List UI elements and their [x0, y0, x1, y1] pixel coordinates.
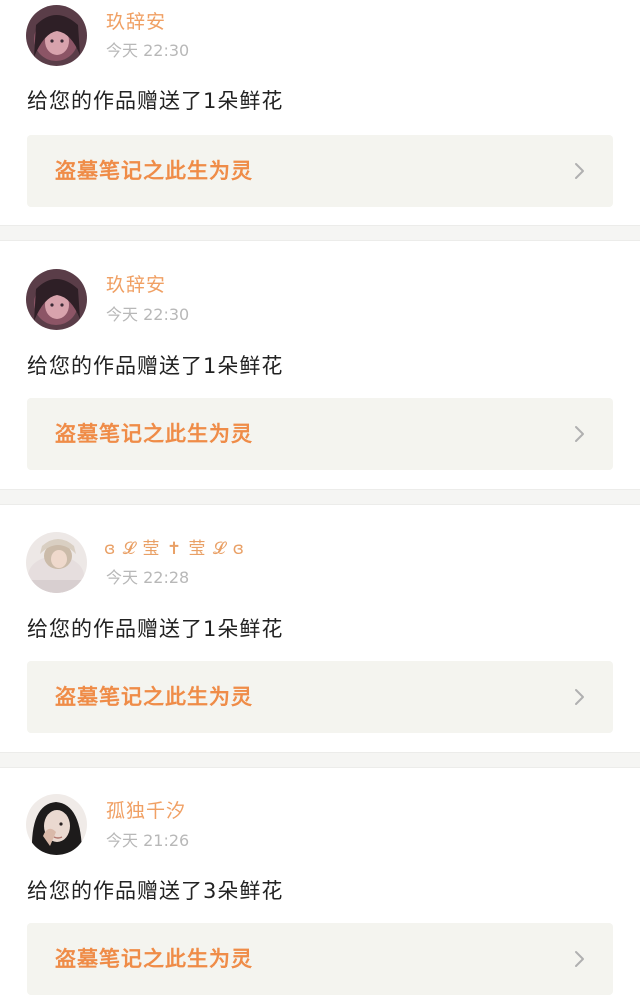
avatar-image	[26, 269, 87, 330]
section-divider	[0, 752, 640, 768]
username[interactable]: 玖辞安	[106, 10, 166, 34]
work-title: 盗墓笔记之此生为灵	[55, 422, 253, 446]
avatar-image	[26, 532, 87, 593]
notification-message: 给您的作品赠送了3朵鲜花	[27, 879, 284, 903]
work-link-card[interactable]: 盗墓笔记之此生为灵	[27, 923, 613, 995]
notification-message: 给您的作品赠送了1朵鲜花	[27, 354, 284, 378]
timestamp: 今天 22:28	[106, 568, 190, 587]
chevron-right-icon	[575, 426, 584, 442]
username[interactable]: ɞ 𝓛 莹 ✝ 莹 𝓛 ɞ	[104, 535, 245, 563]
avatar-image	[26, 794, 87, 855]
section-divider	[0, 225, 640, 241]
work-title: 盗墓笔记之此生为灵	[55, 685, 253, 709]
section-divider	[0, 489, 640, 505]
timestamp: 今天 22:30	[106, 305, 190, 324]
notification-card: 孤独千汐 今天 21:26 给您的作品赠送了3朵鲜花 盗墓笔记之此生为灵	[0, 768, 640, 1006]
username[interactable]: 玖辞安	[106, 273, 166, 297]
notification-message: 给您的作品赠送了1朵鲜花	[27, 617, 284, 641]
notification-feed: 玖辞安 今天 22:30 给您的作品赠送了1朵鲜花 盗墓笔记之此生为灵 玖辞安 …	[0, 0, 640, 1006]
notification-card: 玖辞安 今天 22:30 给您的作品赠送了1朵鲜花 盗墓笔记之此生为灵	[0, 0, 640, 225]
work-title: 盗墓笔记之此生为灵	[55, 947, 253, 971]
avatar[interactable]	[26, 794, 87, 855]
work-title: 盗墓笔记之此生为灵	[55, 159, 253, 183]
notification-message: 给您的作品赠送了1朵鲜花	[27, 89, 284, 113]
work-link-card[interactable]: 盗墓笔记之此生为灵	[27, 661, 613, 733]
username[interactable]: 孤独千汐	[106, 799, 186, 823]
work-link-card[interactable]: 盗墓笔记之此生为灵	[27, 398, 613, 470]
timestamp: 今天 22:30	[106, 41, 190, 60]
avatar-image	[26, 5, 87, 66]
work-link-card[interactable]: 盗墓笔记之此生为灵	[27, 135, 613, 207]
chevron-right-icon	[575, 689, 584, 705]
notification-card: ɞ 𝓛 莹 ✝ 莹 𝓛 ɞ 今天 22:28 给您的作品赠送了1朵鲜花 盗墓笔记…	[0, 505, 640, 752]
avatar[interactable]	[26, 5, 87, 66]
timestamp: 今天 21:26	[106, 831, 190, 850]
chevron-right-icon	[575, 163, 584, 179]
avatar[interactable]	[26, 269, 87, 330]
avatar[interactable]	[26, 532, 87, 593]
chevron-right-icon	[575, 951, 584, 967]
notification-card: 玖辞安 今天 22:30 给您的作品赠送了1朵鲜花 盗墓笔记之此生为灵	[0, 241, 640, 489]
